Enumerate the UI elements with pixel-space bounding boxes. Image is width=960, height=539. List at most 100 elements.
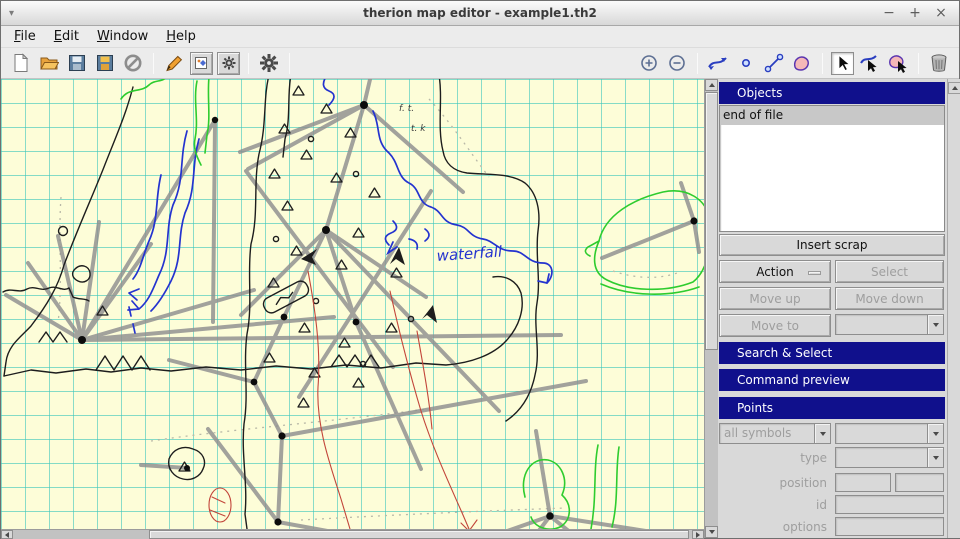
- open-folder-icon: [39, 53, 59, 73]
- search-select-section-header[interactable]: Search & Select: [719, 342, 945, 364]
- app-window: therion map editor - example1.th2 ▾ − + …: [0, 0, 960, 539]
- select-area-button[interactable]: [886, 51, 910, 75]
- zoom-in-button[interactable]: [637, 51, 661, 75]
- symbols-combobox[interactable]: all symbols: [719, 423, 831, 444]
- vertical-scrollbar[interactable]: [704, 79, 718, 538]
- chevron-down-icon: [933, 456, 939, 460]
- arrow-up-icon: [952, 86, 958, 90]
- shade-icon[interactable]: ▾: [9, 8, 14, 19]
- chevron-down-icon: [933, 432, 939, 436]
- select-line-button[interactable]: [858, 51, 882, 75]
- maximize-button[interactable]: +: [907, 6, 923, 20]
- arrow-right-icon: [696, 532, 700, 538]
- panel-scroll-up-button[interactable]: [948, 82, 960, 94]
- horizontal-scrollbar[interactable]: [1, 529, 704, 539]
- zoom-in-icon: [640, 54, 658, 72]
- scroll-left-button[interactable]: [1, 530, 13, 539]
- zoom-out-button[interactable]: [665, 51, 689, 75]
- combobox-arrow-button[interactable]: [927, 315, 943, 334]
- insert-scrap-button[interactable]: Insert scrap: [719, 234, 945, 256]
- save-as-icon: [95, 53, 115, 73]
- canvas-column: f. t. t. k: [1, 79, 704, 538]
- edit-text-button[interactable]: [162, 51, 186, 75]
- save-button[interactable]: [65, 51, 89, 75]
- command-preview-section-header[interactable]: Command preview: [719, 369, 945, 391]
- toolbar-separator: [822, 53, 823, 74]
- action-menubutton[interactable]: Action: [719, 260, 831, 283]
- combobox-arrow-button[interactable]: [927, 424, 943, 443]
- preferences-button[interactable]: [257, 51, 281, 75]
- menu-file[interactable]: File: [5, 27, 45, 46]
- map-canvas[interactable]: f. t. t. k: [1, 79, 704, 529]
- menu-window[interactable]: Window: [88, 27, 157, 46]
- id-label: id: [719, 498, 831, 512]
- arrow-down-icon: [709, 530, 715, 534]
- scroll-right-button[interactable]: [692, 530, 704, 539]
- hand-note-1: f. t.: [399, 104, 414, 114]
- window-title: therion map editor - example1.th2: [1, 6, 959, 20]
- delete-button[interactable]: [927, 51, 951, 75]
- insert-point-button[interactable]: [734, 51, 758, 75]
- control-panel: Objects end of file Insert scrap Action …: [718, 79, 947, 538]
- zoom-out-icon: [668, 54, 686, 72]
- chevron-down-icon: [933, 323, 939, 327]
- list-item[interactable]: end of file: [720, 106, 944, 125]
- point-tool-icon: [739, 56, 753, 70]
- move-down-button[interactable]: Move down: [835, 287, 944, 310]
- toolbar-separator: [697, 53, 698, 74]
- position-y-field[interactable]: [895, 473, 944, 492]
- select-button[interactable]: Select: [835, 260, 944, 283]
- toolbar: [1, 48, 959, 79]
- titlebar: therion map editor - example1.th2 ▾ − + …: [1, 1, 959, 26]
- objects-section-header[interactable]: Objects: [719, 82, 945, 104]
- big-gear-icon: [258, 52, 280, 74]
- main-area: f. t. t. k: [1, 79, 959, 538]
- menu-indicator-icon: [808, 271, 821, 275]
- cancel-icon: [123, 53, 143, 73]
- options-field[interactable]: [835, 517, 944, 536]
- panel-scrollbar[interactable]: [947, 79, 960, 538]
- close-button[interactable]: ×: [933, 6, 949, 20]
- arrow-up-icon: [709, 83, 715, 87]
- move-to-button[interactable]: Move to: [719, 314, 831, 337]
- scroll-up-button[interactable]: [705, 79, 718, 91]
- select-area-icon: [887, 53, 909, 73]
- image-icon: [194, 55, 210, 71]
- horizontal-scrollbar-thumb[interactable]: [149, 530, 689, 539]
- toolbar-separator: [918, 53, 919, 74]
- save-as-button[interactable]: [93, 51, 117, 75]
- objects-list[interactable]: end of file: [719, 105, 945, 232]
- menu-edit[interactable]: Edit: [45, 27, 88, 46]
- type-combobox[interactable]: [835, 447, 944, 468]
- position-x-field[interactable]: [835, 473, 891, 492]
- menubar: File Edit Window Help: [1, 26, 959, 48]
- scroll-down-button[interactable]: [705, 526, 718, 538]
- insert-segment-button[interactable]: [762, 51, 786, 75]
- insert-area-button[interactable]: [790, 51, 814, 75]
- menu-help[interactable]: Help: [157, 27, 205, 46]
- arrow-left-icon: [5, 532, 9, 538]
- map-sketch: f. t. t. k: [1, 79, 704, 529]
- segment-tool-icon: [763, 53, 785, 73]
- points-section-header[interactable]: Points: [719, 397, 945, 419]
- vertical-scrollbar-thumb[interactable]: [705, 92, 718, 350]
- id-field[interactable]: [835, 495, 944, 514]
- line-tool-icon: [707, 53, 729, 73]
- combobox-arrow-button[interactable]: [927, 448, 943, 467]
- select-tool-button[interactable]: [831, 52, 854, 75]
- save-icon: [67, 53, 87, 73]
- insert-line-button[interactable]: [706, 51, 730, 75]
- chevron-down-icon: [820, 432, 826, 436]
- image-settings-button[interactable]: [190, 52, 213, 75]
- gear-settings-button[interactable]: [217, 52, 240, 75]
- move-up-button[interactable]: Move up: [719, 287, 831, 310]
- position-label: position: [719, 476, 831, 490]
- open-file-button[interactable]: [37, 51, 61, 75]
- move-to-combobox[interactable]: [835, 314, 944, 335]
- cancel-button[interactable]: [121, 51, 145, 75]
- minimize-button[interactable]: −: [881, 6, 897, 20]
- new-file-icon: [11, 53, 31, 73]
- new-file-button[interactable]: [9, 51, 33, 75]
- symbol-combobox[interactable]: [835, 423, 944, 444]
- combobox-arrow-button[interactable]: [814, 424, 830, 443]
